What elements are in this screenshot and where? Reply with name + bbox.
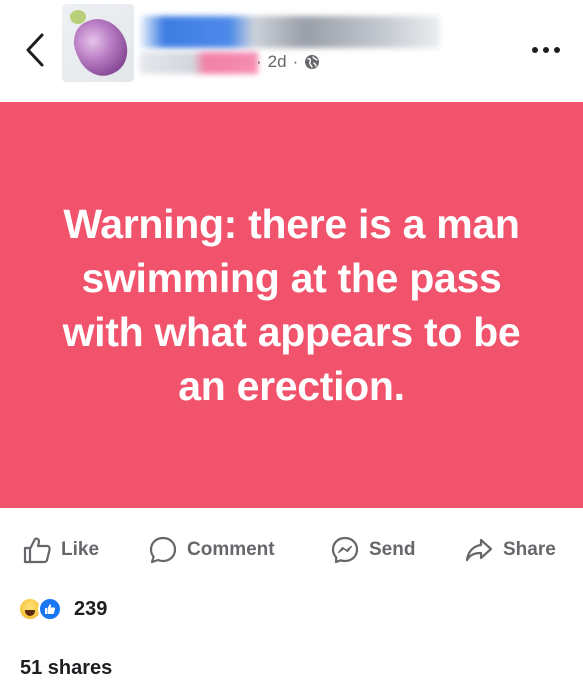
send-button[interactable]: Send [330,524,415,576]
post-meta: · 2d · [256,50,320,74]
back-button[interactable] [18,30,52,70]
more-dot [554,47,560,53]
author-name-blurred[interactable] [140,16,440,48]
reaction-icons [18,596,68,622]
more-dot [543,47,549,53]
reactions-summary[interactable]: 239 [18,594,107,624]
chevron-left-icon [26,33,44,67]
share-count[interactable]: 51 shares [20,657,112,680]
post-header: · 2d · [0,0,583,102]
comment-icon [149,536,177,564]
author-subtitle-blurred [140,52,258,74]
send-label: Send [369,539,416,560]
post-action-bar: Like Comment Send Share [0,524,583,576]
more-options-button[interactable] [526,38,566,62]
messenger-icon [331,536,359,564]
comment-label: Comment [187,539,275,560]
meta-separator: · [256,52,262,71]
comment-button[interactable]: Comment [148,524,275,576]
like-reaction-icon [38,597,62,621]
reaction-count: 239 [74,597,108,620]
like-button[interactable]: Like [22,524,99,576]
share-button[interactable]: Share [464,524,556,576]
like-label: Like [61,539,100,560]
avatar[interactable] [62,4,134,82]
more-dot [532,47,538,53]
meta-separator: · [292,52,299,71]
share-arrow-icon [465,538,493,562]
post-timestamp[interactable]: 2d [268,52,287,72]
share-label: Share [503,539,556,560]
post-text-card[interactable]: Warning: there is a man swimming at the … [0,102,583,508]
thumbs-up-icon [23,537,51,564]
post-text: Warning: there is a man swimming at the … [62,201,521,409]
globe-icon [304,54,320,70]
